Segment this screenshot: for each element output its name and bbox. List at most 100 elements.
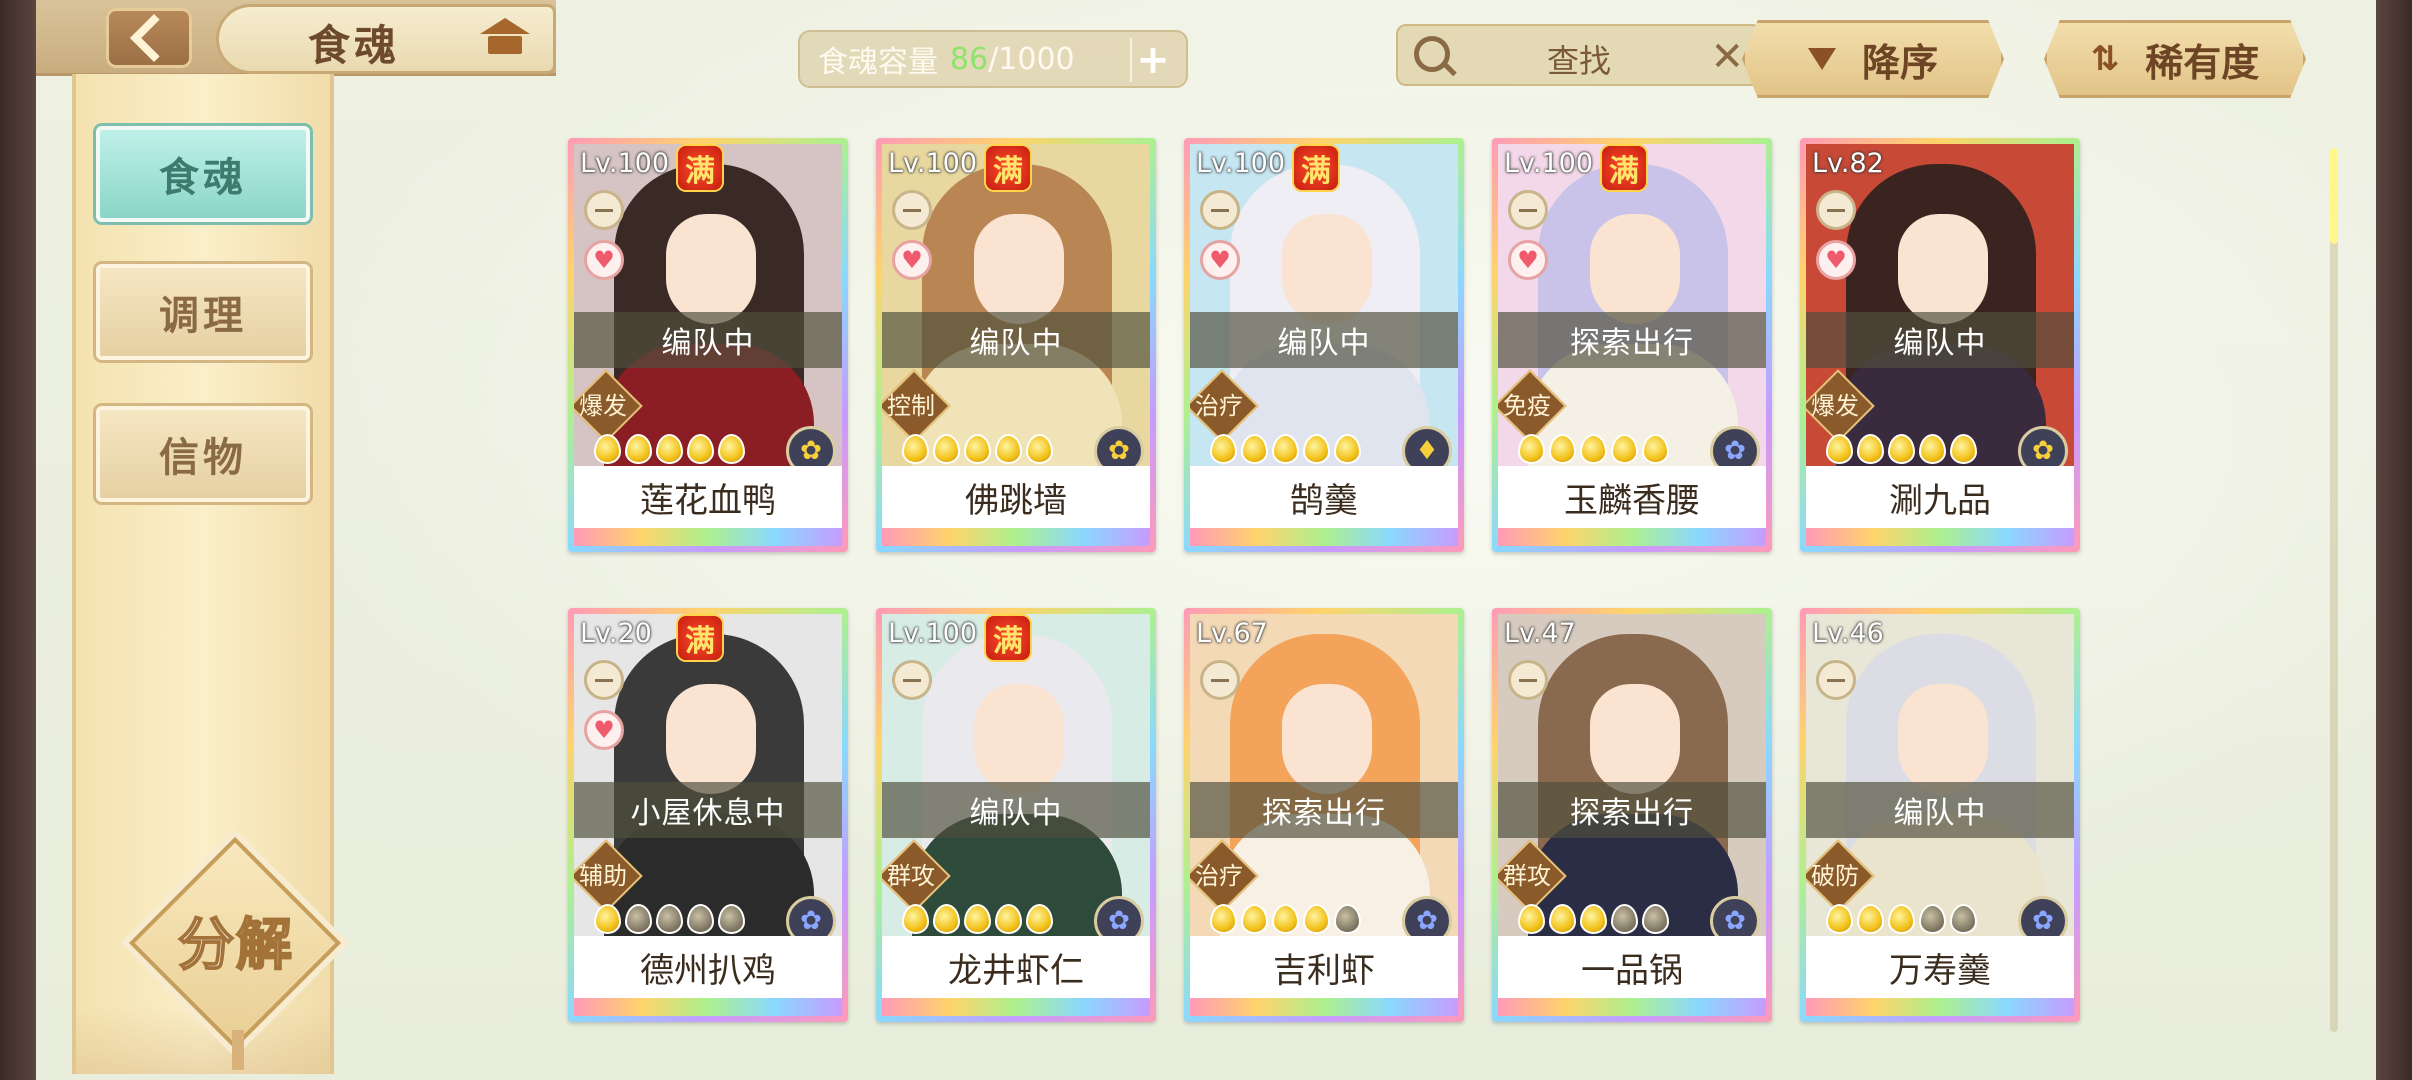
capacity-label: 食魂容量 (818, 45, 938, 80)
minus-icon[interactable] (584, 660, 624, 700)
add-capacity-button[interactable]: + (1130, 37, 1174, 83)
max-level-badge: 满 (678, 616, 722, 660)
portrait-face (974, 214, 1064, 324)
food-soul-card[interactable]: Lv.67 探索出行 治疗 ✿ 吉利虾 (1184, 608, 1464, 1022)
minus-icon[interactable] (892, 190, 932, 230)
minus-icon[interactable] (1816, 190, 1856, 230)
role-badge: 群攻 (1498, 854, 1562, 898)
descending-icon (1807, 48, 1836, 70)
heart-icon[interactable]: ♥ (1200, 240, 1240, 280)
heart-icon[interactable]: ♥ (1816, 240, 1856, 280)
star-icon (1241, 904, 1268, 934)
scrollbar-thumb[interactable] (2330, 148, 2338, 244)
level-label: Lv.100 (888, 148, 978, 179)
status-badge: 探索出行 (1498, 782, 1766, 838)
back-button[interactable] (106, 8, 192, 68)
level-label: Lv.20 (580, 618, 652, 649)
status-badge: 小屋休息中 (574, 782, 842, 838)
level-label: Lv.46 (1812, 618, 1884, 649)
decompose-label[interactable]: 分解 (136, 900, 336, 981)
food-soul-card[interactable]: Lv.20 满 ♥ 小屋休息中 辅助 ✿ 德州扒鸡 (568, 608, 848, 1022)
role-label: 群攻 (887, 862, 935, 890)
role-label: 破防 (1811, 862, 1859, 890)
minus-icon[interactable] (584, 190, 624, 230)
screen: 食魂 食魂容量 86 /1000 + 查找 ✕ 降序 ⇅ 稀有度 食魂 调理 信… (36, 0, 2376, 1080)
minus-icon[interactable] (1508, 660, 1548, 700)
food-soul-card[interactable]: Lv.47 探索出行 群攻 ✿ 一品锅 (1492, 608, 1772, 1022)
sidebar-item-food-soul[interactable]: 食魂 (96, 126, 310, 222)
capacity-current: 86 (950, 41, 989, 77)
card-rainbow-strip (1190, 528, 1458, 546)
card-body: Lv.100 满 ♥ 编队中 爆发 ✿ 莲花血鸭 (574, 144, 842, 546)
food-soul-card[interactable]: Lv.100 满 ♥ 探索出行 免疫 ✿ 玉麟香腰 (1492, 138, 1772, 552)
food-soul-card[interactable]: Lv.100 满 ♥ 编队中 爆发 ✿ 莲花血鸭 (568, 138, 848, 552)
status-badge: 编队中 (1806, 782, 2074, 838)
star-icon (964, 904, 991, 934)
star-rating (1518, 434, 1669, 464)
sidebar-item-conditioning[interactable]: 调理 (96, 264, 310, 360)
status-badge: 编队中 (1190, 312, 1458, 368)
role-badge: 治疗 (1190, 384, 1254, 428)
card-rainbow-strip (1190, 998, 1458, 1016)
minus-icon[interactable] (1816, 660, 1856, 700)
heart-icon[interactable]: ♥ (1508, 240, 1548, 280)
star-icon (1026, 904, 1053, 934)
star-icon (1826, 904, 1853, 934)
role-badge: 治疗 (1190, 854, 1254, 898)
card-rainbow-strip (1498, 528, 1766, 546)
star-icon (1611, 434, 1638, 464)
card-body: Lv.100 满 ♥ 编队中 控制 ✿ 佛跳墙 (882, 144, 1150, 546)
food-soul-card[interactable]: Lv.100 满 ♥ 编队中 治疗 ♦ 鹄羹 (1184, 138, 1464, 552)
clear-search-icon[interactable]: ✕ (1710, 34, 1744, 80)
food-soul-card[interactable]: Lv.100 满 ♥ 编队中 控制 ✿ 佛跳墙 (876, 138, 1156, 552)
heart-icon[interactable]: ♥ (584, 240, 624, 280)
character-name: 涮九品 (1806, 466, 2074, 528)
role-label: 控制 (887, 392, 935, 420)
portrait-face (666, 214, 756, 324)
food-soul-card[interactable]: Lv.82 ♥ 编队中 爆发 ✿ 涮九品 (1800, 138, 2080, 552)
star-icon (1303, 434, 1330, 464)
level-label: Lv.67 (1196, 618, 1268, 649)
star-icon (1026, 434, 1053, 464)
minus-icon[interactable] (1200, 190, 1240, 230)
star-icon (1334, 904, 1361, 934)
star-rating (1826, 904, 1977, 934)
star-icon (1888, 904, 1915, 934)
character-name: 一品锅 (1498, 936, 1766, 998)
level-label: Lv.100 (1504, 148, 1594, 179)
pavilion-icon[interactable] (480, 18, 530, 58)
food-soul-card[interactable]: Lv.100 满编队中 群攻 ✿ 龙井虾仁 (876, 608, 1156, 1022)
minus-icon[interactable] (892, 660, 932, 700)
star-icon (687, 904, 714, 934)
star-icon (656, 904, 683, 934)
capacity-max: /1000 (988, 41, 1075, 77)
star-icon (1950, 434, 1977, 464)
level-label: Lv.100 (580, 148, 670, 179)
sort-order-button[interactable]: 降序 (1742, 20, 2004, 98)
search-box[interactable]: 查找 ✕ (1396, 24, 1762, 86)
heart-icon[interactable]: ♥ (892, 240, 932, 280)
max-level-badge: 满 (986, 616, 1030, 660)
food-soul-card[interactable]: Lv.46 编队中 破防 ✿ 万寿羹 (1800, 608, 2080, 1022)
scrollbar-track[interactable] (2330, 148, 2338, 1032)
portrait-face (1898, 684, 1988, 794)
portrait-face (1282, 214, 1372, 324)
minus-icon[interactable] (1200, 660, 1240, 700)
sidebar-item-tokens[interactable]: 信物 (96, 406, 310, 502)
character-name: 吉利虾 (1190, 936, 1458, 998)
minus-icon[interactable] (1508, 190, 1548, 230)
star-icon (1518, 434, 1545, 464)
star-icon (1611, 904, 1638, 934)
star-icon (1642, 904, 1669, 934)
star-rating (1210, 904, 1361, 934)
star-icon (1857, 434, 1884, 464)
star-icon (594, 904, 621, 934)
status-badge: 编队中 (1806, 312, 2074, 368)
star-icon (656, 434, 683, 464)
role-badge: 破防 (1806, 854, 1870, 898)
star-rating (1210, 434, 1361, 464)
heart-icon[interactable]: ♥ (584, 710, 624, 750)
star-icon (625, 434, 652, 464)
card-rainbow-strip (574, 528, 842, 546)
sort-key-button[interactable]: ⇅ 稀有度 (2044, 20, 2306, 98)
